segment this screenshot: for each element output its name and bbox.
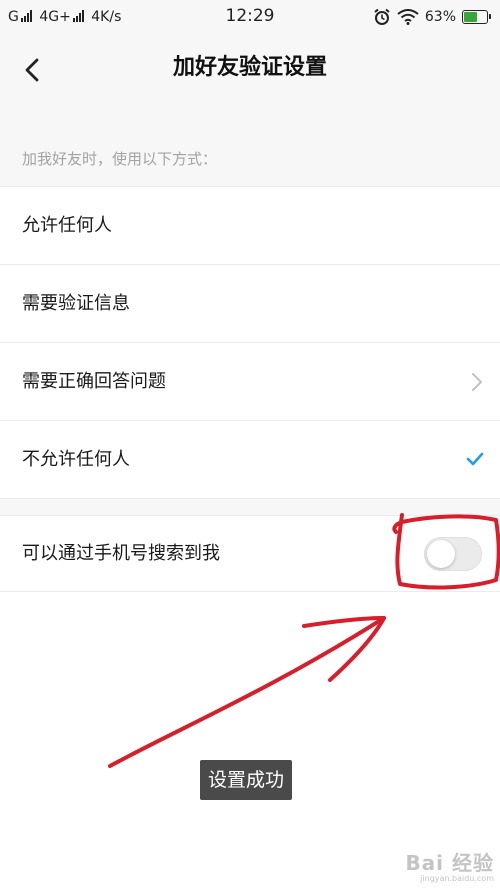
option-label: 需要正确回答问题: [22, 371, 166, 392]
option-require-verification[interactable]: 需要验证信息: [0, 264, 500, 342]
watermark-brand: Bai 经验: [405, 851, 494, 875]
toast-message: 设置成功: [200, 760, 293, 800]
page-title: 加好友验证设置: [172, 55, 327, 80]
toggle-knob: [427, 540, 455, 568]
phone-search-label: 可以通过手机号搜索到我: [22, 543, 220, 564]
phone-search-row: 可以通过手机号搜索到我: [0, 516, 500, 592]
section-divider: [0, 498, 500, 516]
option-disallow-anyone[interactable]: 不允许任何人: [0, 420, 500, 498]
empty-area: [0, 592, 500, 889]
watermark: Bai 经验 jingyan.baidu.com: [405, 847, 494, 883]
check-icon: [466, 452, 484, 466]
battery-percent: 63%: [424, 9, 456, 25]
alarm-icon: [374, 8, 390, 25]
option-label: 不允许任何人: [22, 449, 130, 470]
phone-search-toggle[interactable]: [424, 537, 482, 571]
option-label: 需要验证信息: [22, 293, 130, 314]
nav-header: 加好友验证设置: [0, 34, 500, 104]
option-label: 允许任何人: [22, 215, 112, 236]
wifi-icon: [397, 9, 419, 25]
header-spacer: [0, 104, 500, 134]
status-bar: G 4G+ 4K/s 12:29 63%: [0, 0, 500, 34]
back-button[interactable]: [14, 52, 50, 88]
option-allow-anyone[interactable]: 允许任何人: [0, 186, 500, 264]
chevron-right-icon: [472, 373, 482, 391]
battery-icon: [462, 10, 491, 24]
status-right: 63%: [373, 8, 491, 26]
section-hint: 加我好友时，使用以下方式：: [0, 134, 500, 186]
option-answer-question[interactable]: 需要正确回答问题: [0, 342, 500, 420]
chevron-left-icon: [25, 58, 39, 82]
verification-option-list: 允许任何人 需要验证信息 需要正确回答问题 不允许任何人: [0, 186, 500, 498]
